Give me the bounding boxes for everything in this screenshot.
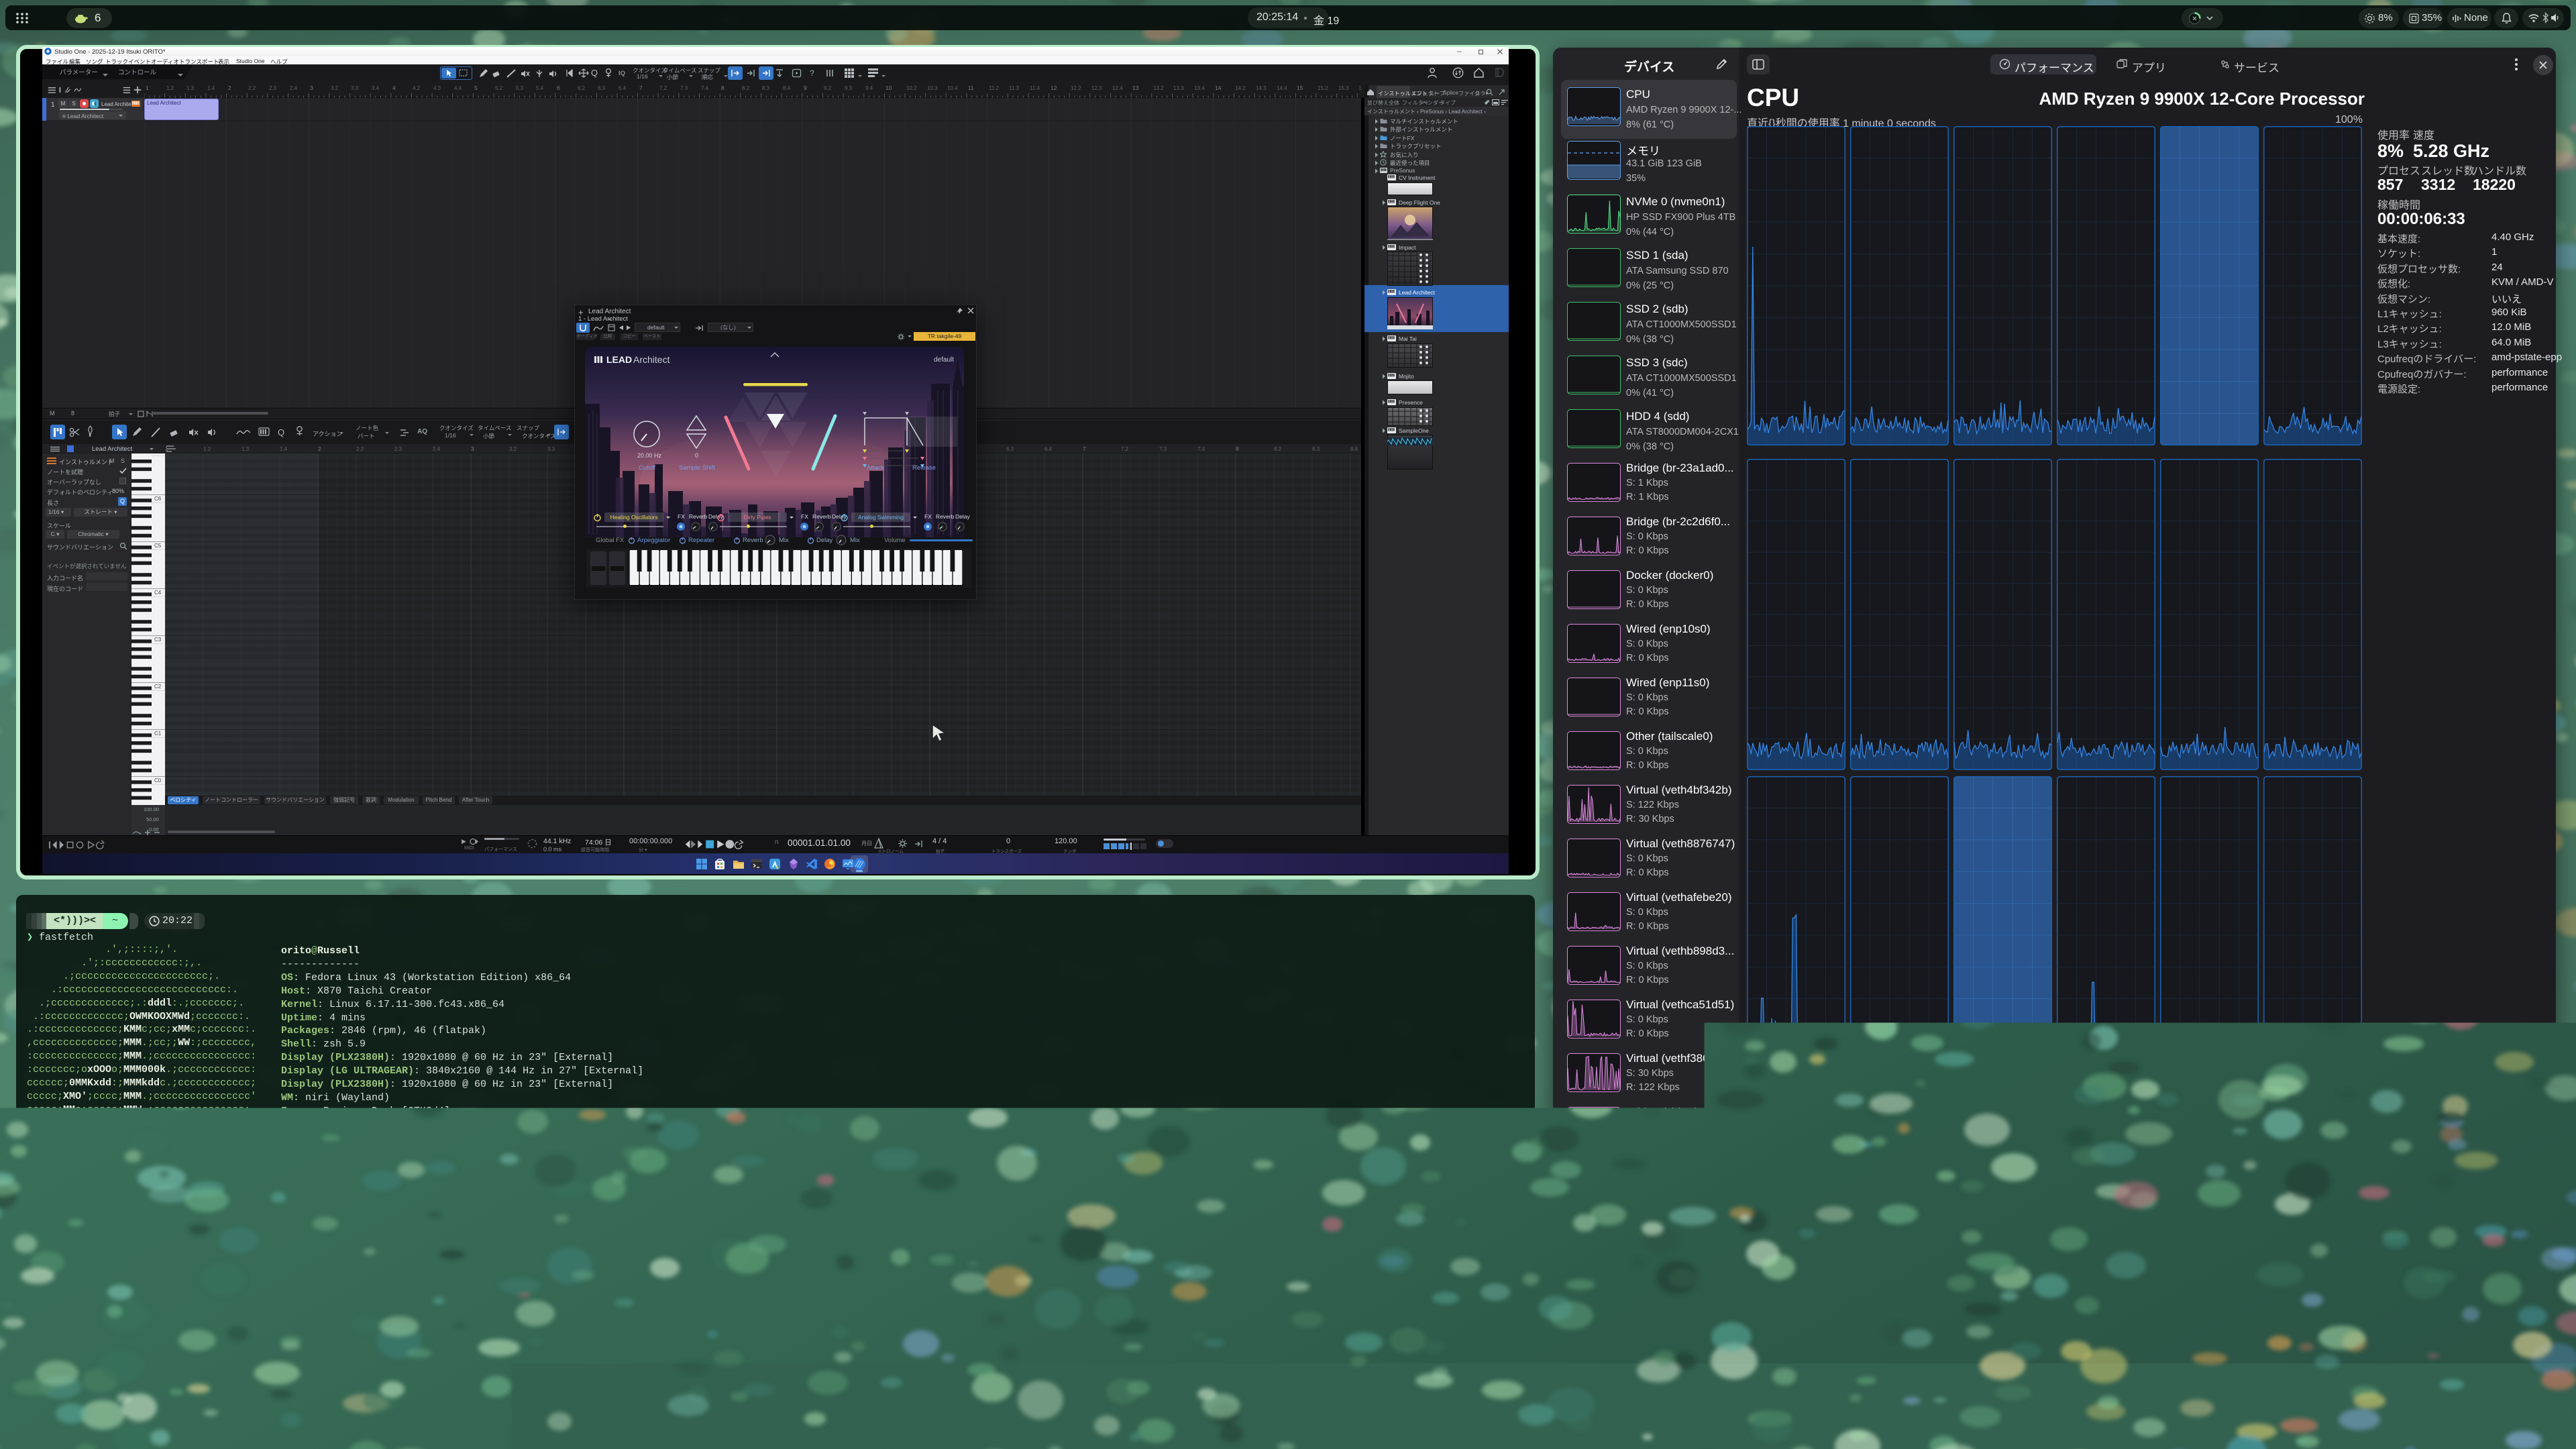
svg-text:13.2: 13.2 bbox=[1153, 85, 1164, 91]
svg-text:2.4: 2.4 bbox=[433, 446, 441, 452]
svg-text:3.3: 3.3 bbox=[547, 446, 555, 452]
svg-text:7.2: 7.2 bbox=[659, 85, 667, 91]
svg-text:3.4: 3.4 bbox=[372, 85, 380, 91]
svg-text:2.2: 2.2 bbox=[248, 85, 256, 91]
svg-text:8.2: 8.2 bbox=[742, 85, 750, 91]
svg-text:5: 5 bbox=[474, 85, 478, 91]
svg-text:11.3: 11.3 bbox=[1009, 85, 1020, 91]
svg-text:8.4: 8.4 bbox=[1350, 446, 1358, 452]
svg-text:Architect: Architect bbox=[633, 354, 670, 365]
svg-text:3: 3 bbox=[471, 445, 474, 452]
svg-text:Cutoff: Cutoff bbox=[639, 464, 656, 472]
svg-text:7.2: 7.2 bbox=[1121, 446, 1129, 452]
svg-text:6.4: 6.4 bbox=[1044, 446, 1053, 452]
svg-text:12.4: 12.4 bbox=[1112, 85, 1123, 91]
svg-text:9: 9 bbox=[804, 85, 807, 91]
svg-text:10.2: 10.2 bbox=[906, 85, 917, 91]
svg-text:8: 8 bbox=[721, 85, 724, 91]
svg-text:6.4: 6.4 bbox=[619, 85, 627, 91]
svg-text:5.4: 5.4 bbox=[536, 85, 544, 91]
svg-text:14.2: 14.2 bbox=[1235, 85, 1246, 91]
svg-text:1.3: 1.3 bbox=[186, 85, 195, 91]
svg-text:3.2: 3.2 bbox=[509, 446, 517, 452]
svg-text:2: 2 bbox=[318, 445, 321, 452]
svg-text:3: 3 bbox=[310, 85, 313, 91]
svg-text:14.4: 14.4 bbox=[1277, 85, 1287, 91]
svg-text:8.4: 8.4 bbox=[783, 85, 791, 91]
svg-text:3.2: 3.2 bbox=[331, 85, 339, 91]
svg-text:7.4: 7.4 bbox=[1197, 446, 1205, 452]
svg-text:15.3: 15.3 bbox=[1338, 85, 1349, 91]
svg-text:1: 1 bbox=[165, 445, 168, 452]
svg-text:8.3: 8.3 bbox=[762, 85, 770, 91]
svg-text:10.4: 10.4 bbox=[947, 85, 958, 91]
svg-text:11.4: 11.4 bbox=[1030, 85, 1040, 91]
svg-text:7: 7 bbox=[1083, 445, 1086, 452]
svg-text:6.3: 6.3 bbox=[1006, 446, 1014, 452]
svg-text:C0: C0 bbox=[154, 777, 162, 784]
svg-text:11: 11 bbox=[968, 85, 974, 91]
svg-text:5.3: 5.3 bbox=[516, 85, 524, 91]
svg-text:10.3: 10.3 bbox=[927, 85, 938, 91]
svg-text:15: 15 bbox=[1297, 85, 1303, 91]
svg-text:7.3: 7.3 bbox=[680, 85, 688, 91]
svg-text:8.3: 8.3 bbox=[1312, 446, 1320, 452]
svg-text:C4: C4 bbox=[154, 590, 162, 596]
svg-text:9.3: 9.3 bbox=[845, 85, 853, 91]
svg-text:4.3: 4.3 bbox=[433, 85, 441, 91]
svg-text:12.2: 12.2 bbox=[1071, 85, 1081, 91]
svg-text:C5: C5 bbox=[154, 543, 162, 549]
svg-text:1.2: 1.2 bbox=[203, 446, 211, 452]
svg-text:2: 2 bbox=[228, 85, 231, 91]
svg-text:12.3: 12.3 bbox=[1091, 85, 1102, 91]
svg-text:5.2: 5.2 bbox=[495, 85, 503, 91]
svg-text:LEAD: LEAD bbox=[606, 354, 632, 365]
svg-text:C2: C2 bbox=[154, 684, 162, 690]
svg-text:1: 1 bbox=[146, 85, 149, 91]
svg-text:13.3: 13.3 bbox=[1173, 85, 1184, 91]
svg-text:14.3: 14.3 bbox=[1256, 85, 1267, 91]
svg-text:6.3: 6.3 bbox=[598, 85, 606, 91]
svg-text:4.2: 4.2 bbox=[413, 85, 421, 91]
svg-text:Release: Release bbox=[912, 464, 936, 472]
svg-text:8: 8 bbox=[1236, 445, 1239, 452]
svg-text:10: 10 bbox=[885, 85, 892, 91]
svg-text:C1: C1 bbox=[154, 731, 162, 737]
svg-text:Attack: Attack bbox=[867, 464, 885, 472]
svg-text:2.3: 2.3 bbox=[269, 85, 277, 91]
svg-text:11.2: 11.2 bbox=[989, 85, 1000, 91]
svg-text:1.4: 1.4 bbox=[280, 446, 288, 452]
svg-text:9.2: 9.2 bbox=[824, 85, 832, 91]
svg-text:15.2: 15.2 bbox=[1318, 85, 1328, 91]
svg-text:15.4: 15.4 bbox=[1358, 85, 1361, 91]
svg-text:7.4: 7.4 bbox=[701, 85, 709, 91]
svg-text:C6: C6 bbox=[154, 496, 162, 502]
svg-text:8.2: 8.2 bbox=[1274, 446, 1282, 452]
svg-text:0: 0 bbox=[695, 452, 698, 459]
svg-text:default: default bbox=[934, 356, 954, 364]
svg-text:3.3: 3.3 bbox=[351, 85, 359, 91]
svg-text:7: 7 bbox=[639, 85, 643, 91]
svg-text:6: 6 bbox=[557, 85, 560, 91]
svg-text:C3: C3 bbox=[154, 637, 162, 643]
svg-text:13.4: 13.4 bbox=[1194, 85, 1205, 91]
svg-text:1.2: 1.2 bbox=[166, 85, 174, 91]
svg-text:14: 14 bbox=[1215, 85, 1222, 91]
svg-text:2.2: 2.2 bbox=[356, 446, 364, 452]
svg-text:4: 4 bbox=[392, 85, 396, 91]
svg-text:4.4: 4.4 bbox=[454, 85, 462, 91]
svg-text:20.00 Hz: 20.00 Hz bbox=[637, 452, 662, 459]
svg-text:7.3: 7.3 bbox=[1159, 446, 1167, 452]
svg-text:1.4: 1.4 bbox=[207, 85, 215, 91]
svg-text:12: 12 bbox=[1051, 85, 1057, 91]
svg-text:9.4: 9.4 bbox=[865, 85, 873, 91]
svg-text:2.3: 2.3 bbox=[394, 446, 402, 452]
svg-text:1.3: 1.3 bbox=[241, 446, 250, 452]
svg-text:Sample Shift: Sample Shift bbox=[679, 464, 715, 472]
svg-text:2.4: 2.4 bbox=[290, 85, 298, 91]
svg-text:6.2: 6.2 bbox=[578, 85, 586, 91]
svg-text:13: 13 bbox=[1132, 85, 1139, 91]
